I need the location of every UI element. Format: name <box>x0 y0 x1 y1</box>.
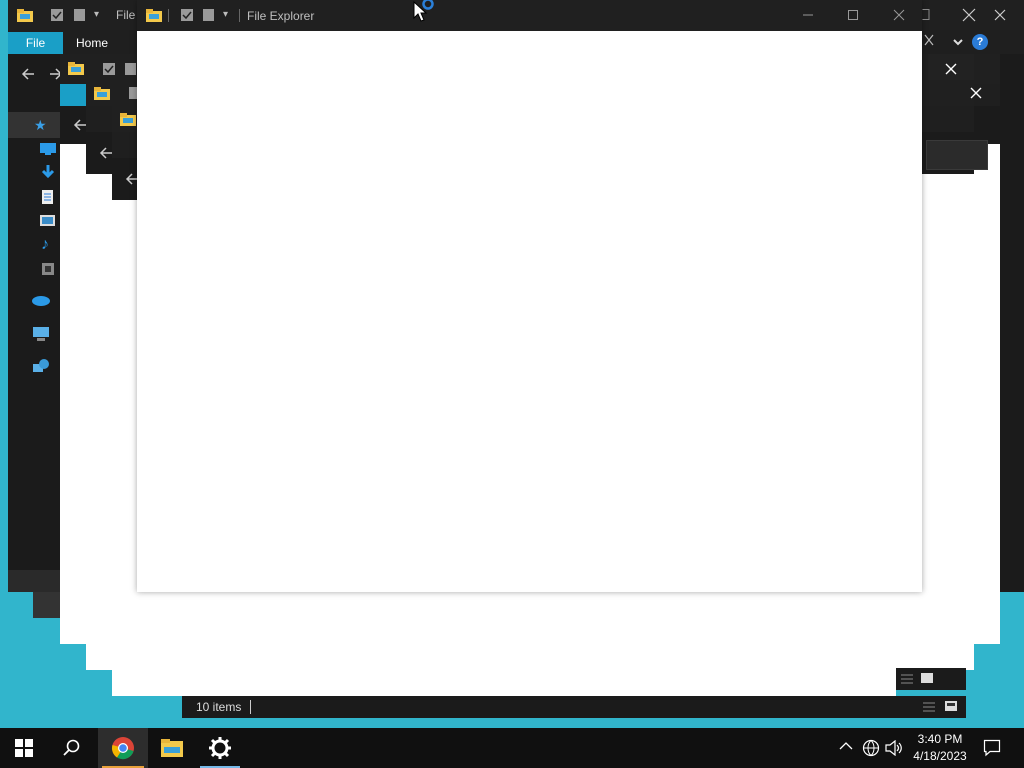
chrome-taskbar-button[interactable] <box>98 728 148 768</box>
help-icon[interactable]: ? <box>972 34 988 50</box>
details-view-icon[interactable] <box>900 673 914 685</box>
settings-taskbar-button[interactable] <box>196 728 244 768</box>
minimize-icon <box>803 14 813 16</box>
search-button[interactable] <box>48 728 96 768</box>
quick-access-dropdown-icon[interactable]: ▾ <box>223 9 228 20</box>
taskbar: 3:40 PM 4/18/2023 <box>0 728 1024 768</box>
status-bar: 10 items <box>182 696 966 718</box>
title-separator <box>239 9 240 22</box>
window-content-area <box>137 31 922 592</box>
minimize-button[interactable] <box>785 0 831 30</box>
search-icon <box>63 739 80 756</box>
network-icon[interactable] <box>862 739 880 757</box>
status-items-count: 10 items <box>196 700 242 714</box>
folder-icon <box>161 739 183 757</box>
window-title: File Explorer <box>247 9 315 23</box>
large-icons-view-icon[interactable] <box>944 700 958 712</box>
gear-icon <box>209 737 231 759</box>
volume-icon[interactable] <box>885 740 903 756</box>
tab-home-label: Home <box>75 36 108 50</box>
title-separator <box>168 9 169 22</box>
folder-icon <box>145 7 163 23</box>
close-icon[interactable] <box>993 8 1007 22</box>
clock[interactable]: 3:40 PM 4/18/2023 <box>908 731 972 765</box>
tab-file[interactable]: File <box>8 32 63 54</box>
videos-icon[interactable] <box>41 262 55 276</box>
music-icon[interactable]: ♪ <box>41 236 49 254</box>
maximize-icon[interactable] <box>922 8 930 22</box>
close-icon[interactable] <box>924 34 934 46</box>
navigation-pane: ★ ♪ <box>8 100 60 570</box>
maximize-icon <box>848 10 858 20</box>
window-status-strip <box>33 592 63 618</box>
search-box[interactable] <box>926 140 988 170</box>
window-title: File <box>116 8 136 22</box>
downloads-icon[interactable] <box>40 164 56 180</box>
ribbon-expand-icon[interactable] <box>952 36 964 48</box>
folder-icon <box>93 85 111 101</box>
folder-icon <box>67 60 85 76</box>
new-folder-icon[interactable] <box>73 8 87 22</box>
quick-access-dropdown-icon[interactable]: ▾ <box>94 9 99 20</box>
chrome-icon <box>111 737 134 760</box>
windows-logo-icon <box>15 739 33 757</box>
properties-icon[interactable] <box>102 62 116 76</box>
details-view-icon[interactable] <box>922 701 936 713</box>
close-icon[interactable] <box>962 8 976 22</box>
start-button[interactable] <box>0 728 48 768</box>
pictures-icon[interactable] <box>39 214 56 227</box>
status-bar <box>8 570 60 592</box>
status-divider <box>250 700 251 714</box>
properties-icon[interactable] <box>50 8 64 22</box>
folder-icon <box>119 111 137 127</box>
title-bar: ▾ File Explorer <box>137 0 922 31</box>
close-icon[interactable] <box>970 87 982 99</box>
network-icon[interactable] <box>32 358 50 374</box>
explorer-window-front: ▾ File Explorer <box>137 0 922 592</box>
documents-icon[interactable] <box>41 189 55 205</box>
new-folder-icon[interactable] <box>202 8 216 22</box>
tab-home[interactable]: Home <box>63 32 121 54</box>
folder-icon <box>16 7 34 23</box>
properties-icon[interactable] <box>180 8 194 22</box>
mouse-cursor-icon <box>412 0 438 24</box>
tab-file-label: File <box>25 36 46 50</box>
onedrive-icon[interactable] <box>31 294 51 306</box>
show-hidden-icons-icon[interactable] <box>839 741 853 751</box>
file-explorer-taskbar-button[interactable] <box>148 728 196 768</box>
new-folder-icon[interactable] <box>124 62 138 76</box>
nav-item-quick-access[interactable]: ★ <box>8 112 60 138</box>
close-icon <box>893 9 905 21</box>
notifications-icon[interactable] <box>983 739 1001 757</box>
maximize-button[interactable] <box>830 0 876 30</box>
clock-date: 4/18/2023 <box>913 749 967 763</box>
back-arrow-icon[interactable] <box>20 67 36 81</box>
close-icon <box>945 63 957 75</box>
clock-time: 3:40 PM <box>917 732 963 746</box>
large-icons-view-icon[interactable] <box>920 672 934 684</box>
desktop-icon[interactable] <box>39 142 57 156</box>
star-icon: ★ <box>34 117 47 133</box>
close-button[interactable] <box>876 0 922 30</box>
this-pc-icon[interactable] <box>32 326 50 342</box>
